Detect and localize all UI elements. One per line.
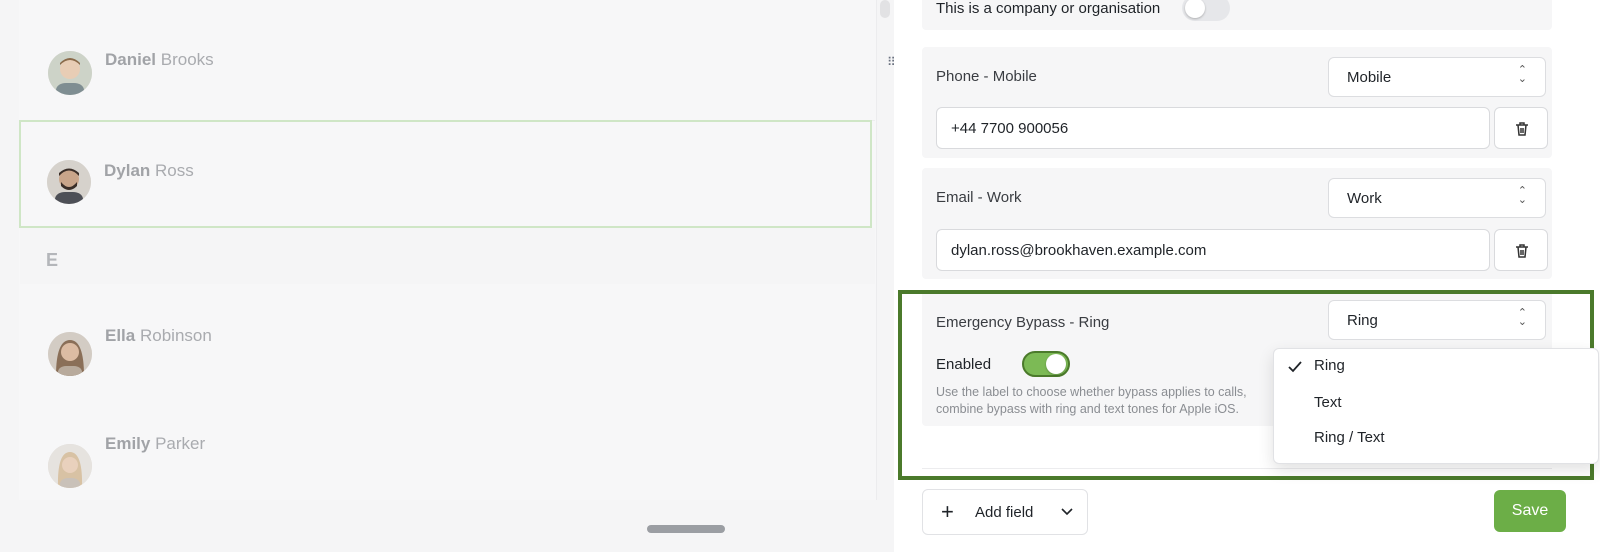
email-type-select[interactable]: Work ⌃ ⌄ (1328, 178, 1546, 218)
option-label: Text (1314, 394, 1342, 411)
phone-input-value: +44 7700 900056 (951, 120, 1069, 137)
help-line-2: combine bypass with ring and text tones … (936, 402, 1239, 416)
company-toggle[interactable] (1182, 0, 1230, 21)
sheet-drag-handle[interactable] (647, 525, 725, 533)
option-label: Ring (1314, 357, 1345, 374)
bypass-enabled-toggle[interactable] (1022, 351, 1070, 377)
contact-name: Dylan Ross (104, 161, 194, 180)
contact-edit-panel: This is a company or organisation Phone … (894, 0, 1600, 552)
contact-name: Emily Parker (105, 434, 206, 453)
section-letter: E (46, 250, 59, 270)
phone-label: Phone - Mobile (936, 68, 1037, 85)
phone-type-select[interactable]: Mobile ⌃ ⌄ (1328, 57, 1546, 97)
list-item[interactable]: Ella Robinson (20, 284, 875, 393)
toggle-knob (1185, 0, 1205, 18)
trash-icon (1516, 244, 1528, 258)
dropdown-option-ring-text[interactable]: Ring / Text (1274, 422, 1598, 458)
bypass-label: Emergency Bypass - Ring (936, 314, 1110, 331)
contact-name: Ella Robinson (105, 326, 212, 345)
email-label: Email - Work (936, 189, 1022, 206)
delete-phone-button[interactable] (1494, 107, 1548, 149)
company-label: This is a company or organisation (936, 0, 1161, 17)
bypass-type-select[interactable]: Ring ⌃ ⌄ (1328, 300, 1546, 340)
avatar (48, 444, 92, 488)
email-card: Email - Work Work ⌃ ⌄ dylan.ross@brookhav… (922, 168, 1552, 279)
plus-icon: + (941, 499, 954, 524)
phone-input[interactable]: +44 7700 900056 (936, 107, 1490, 149)
bypass-help-text: Use the label to choose whether bypass a… (936, 384, 1247, 418)
avatar (47, 160, 91, 204)
company-card: This is a company or organisation (922, 0, 1552, 30)
save-button[interactable]: Save (1494, 490, 1566, 532)
toggle-knob (1046, 354, 1066, 374)
add-field-label: Add field (975, 504, 1034, 521)
chevron-updown-icon: ⌃ ⌄ (1517, 185, 1527, 206)
option-label: Ring / Text (1314, 429, 1385, 446)
phone-type-value: Mobile (1347, 69, 1392, 86)
contact-name: Daniel Brooks (105, 50, 214, 69)
checkmark-icon (1288, 361, 1302, 373)
chevron-updown-icon: ⌃ ⌄ (1517, 64, 1527, 85)
divider (922, 468, 1552, 469)
email-input-value: dylan.ross@brookhaven.example.com (951, 242, 1207, 259)
chevron-down-icon (1061, 508, 1073, 516)
section-header (20, 228, 875, 285)
enabled-label: Enabled (936, 356, 992, 373)
bypass-type-value: Ring (1347, 312, 1378, 329)
email-input[interactable]: dylan.ross@brookhaven.example.com (936, 229, 1490, 271)
phone-card: Phone - Mobile Mobile ⌃ ⌄ +44 7700 900056 (922, 47, 1552, 158)
contact-list-panel: Daniel Brooks Dylan Ross E Ella Robinson… (0, 0, 896, 552)
avatar (48, 332, 92, 376)
list-item[interactable]: Daniel Brooks (20, 12, 875, 121)
dropdown-option-text[interactable]: Text (1274, 386, 1598, 422)
list-item[interactable]: Emily Parker (20, 392, 875, 500)
bypass-type-dropdown: Ring Text Ring / Text (1273, 348, 1599, 464)
dropdown-option-ring[interactable]: Ring (1274, 349, 1598, 386)
list-scrollbar[interactable] (880, 0, 890, 18)
delete-email-button[interactable] (1494, 229, 1548, 271)
avatar (48, 51, 92, 95)
email-type-value: Work (1347, 190, 1382, 207)
add-field-button[interactable]: + Add field (922, 489, 1088, 535)
chevron-updown-icon: ⌃ ⌄ (1517, 307, 1527, 328)
trash-icon (1516, 122, 1528, 136)
help-line-1: Use the label to choose whether bypass a… (936, 385, 1247, 399)
list-item-selected[interactable]: Dylan Ross (19, 120, 872, 228)
